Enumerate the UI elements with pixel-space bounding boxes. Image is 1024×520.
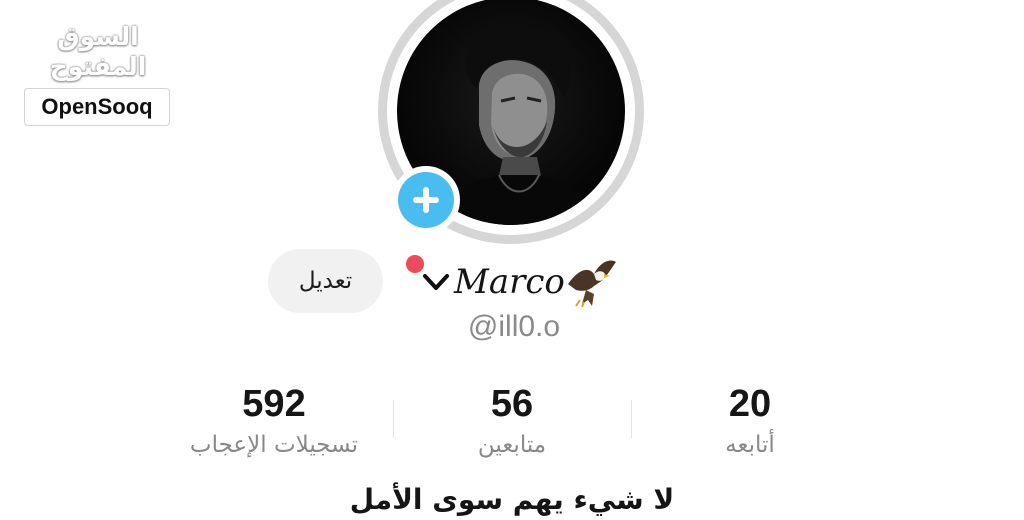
profile-bio: لا شيء يهم سوى الأمل	[349, 483, 675, 516]
stat-following[interactable]: 20 أتابعه	[690, 382, 810, 460]
plus-icon	[398, 172, 454, 228]
opensooq-watermark: السوق المفتوح OpenSooq	[24, 22, 172, 126]
stat-divider	[631, 400, 632, 438]
watermark-latin-text: OpenSooq	[41, 94, 153, 119]
add-story-button[interactable]	[392, 166, 460, 234]
display-name-row[interactable]: Marco	[400, 252, 630, 312]
chevron-down-icon[interactable]	[420, 268, 452, 296]
username-handle: @ill0.o	[467, 310, 561, 343]
display-name: Marco	[454, 262, 565, 302]
followers-count: 56	[490, 383, 534, 425]
likes-label: تسجيلات الإعجاب	[189, 432, 359, 458]
followers-label: متابعين	[477, 432, 547, 458]
watermark-logo-box: OpenSooq	[24, 88, 170, 126]
edit-profile-button[interactable]: تعديل	[268, 249, 383, 313]
likes-count: 592	[242, 383, 306, 425]
stat-followers[interactable]: 56 متابعين	[452, 382, 572, 460]
watermark-arabic-text: السوق المفتوح	[49, 22, 147, 81]
following-label: أتابعه	[725, 432, 775, 458]
stat-divider	[393, 400, 394, 438]
following-count: 20	[728, 383, 772, 425]
eagle-emoji-icon	[568, 260, 616, 308]
stat-likes[interactable]: 592 تسجيلات الإعجاب	[170, 382, 378, 460]
